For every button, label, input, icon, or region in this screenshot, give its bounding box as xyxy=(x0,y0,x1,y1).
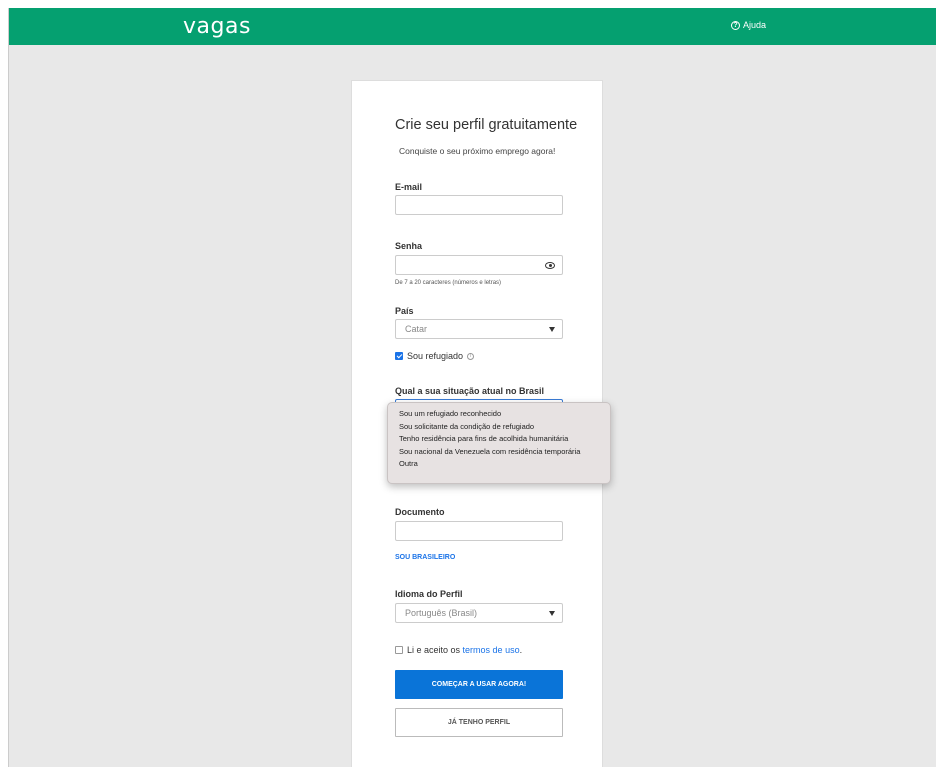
language-value: Português (Brasil) xyxy=(405,608,478,618)
refugee-label: Sou refugiado xyxy=(407,351,464,361)
eye-icon[interactable] xyxy=(545,262,555,269)
terms-prefix: Li e aceito os xyxy=(407,645,463,655)
situation-dropdown-menu: Sou um refugiado reconhecido Sou solicit… xyxy=(387,402,611,484)
chevron-down-icon xyxy=(549,327,555,332)
language-label: Idioma do Perfil xyxy=(395,589,463,599)
language-select[interactable]: Português (Brasil) xyxy=(395,603,563,623)
vagas-logo[interactable]: vagas xyxy=(183,14,251,39)
page-frame: vagas ? Ajuda Crie seu perfil gratuitame… xyxy=(8,8,936,767)
password-field[interactable] xyxy=(395,255,563,275)
refugee-checkbox-row[interactable]: Sou refugiado i xyxy=(395,351,475,361)
dropdown-option[interactable]: Sou solicitante da condição de refugiado xyxy=(388,421,610,434)
document-label: Documento xyxy=(395,507,445,517)
top-bar: vagas ? Ajuda xyxy=(9,8,936,45)
refugee-checkbox[interactable] xyxy=(395,352,403,360)
terms-checkbox[interactable] xyxy=(395,646,403,654)
country-value: Catar xyxy=(405,324,428,334)
country-select[interactable]: Catar xyxy=(395,319,563,339)
country-label: País xyxy=(395,306,414,316)
password-hint: De 7 a 20 caracteres (números e letras) xyxy=(395,280,502,286)
terms-suffix: . xyxy=(519,645,523,655)
email-label: E-mail xyxy=(395,182,423,192)
terms-text: Li e aceito os termos de uso. xyxy=(407,645,522,655)
have-profile-button[interactable]: JÁ TENHO PERFIL xyxy=(395,708,563,737)
email-field[interactable] xyxy=(395,195,563,215)
form-title: Crie seu perfil gratuitamente xyxy=(395,117,578,133)
chevron-down-icon xyxy=(549,611,555,616)
terms-checkbox-row[interactable]: Li e aceito os termos de uso. xyxy=(395,645,522,655)
question-circle-icon: ? xyxy=(731,20,740,30)
document-field[interactable] xyxy=(395,521,563,541)
situation-label: Qual a sua situação atual no Brasil xyxy=(395,386,545,396)
terms-link[interactable]: termos de uso xyxy=(463,645,520,655)
dropdown-option[interactable]: Tenho residência para fins de acolhida h… xyxy=(388,433,610,446)
dropdown-option[interactable]: Sou um refugiado reconhecido xyxy=(388,408,610,421)
dropdown-option[interactable]: Outra xyxy=(388,458,610,471)
help-label: Ajuda xyxy=(743,20,767,30)
help-link[interactable]: ? Ajuda xyxy=(731,20,766,30)
sou-brasileiro-link[interactable]: SOU BRASILEIRO xyxy=(395,554,455,561)
start-button[interactable]: COMEÇAR A USAR AGORA! xyxy=(395,670,563,699)
password-label: Senha xyxy=(395,241,423,251)
info-icon[interactable]: i xyxy=(467,352,475,360)
dropdown-option[interactable]: Sou nacional da Venezuela com residência… xyxy=(388,446,610,459)
form-subtitle: Conquiste o seu próximo emprego agora! xyxy=(399,146,556,156)
